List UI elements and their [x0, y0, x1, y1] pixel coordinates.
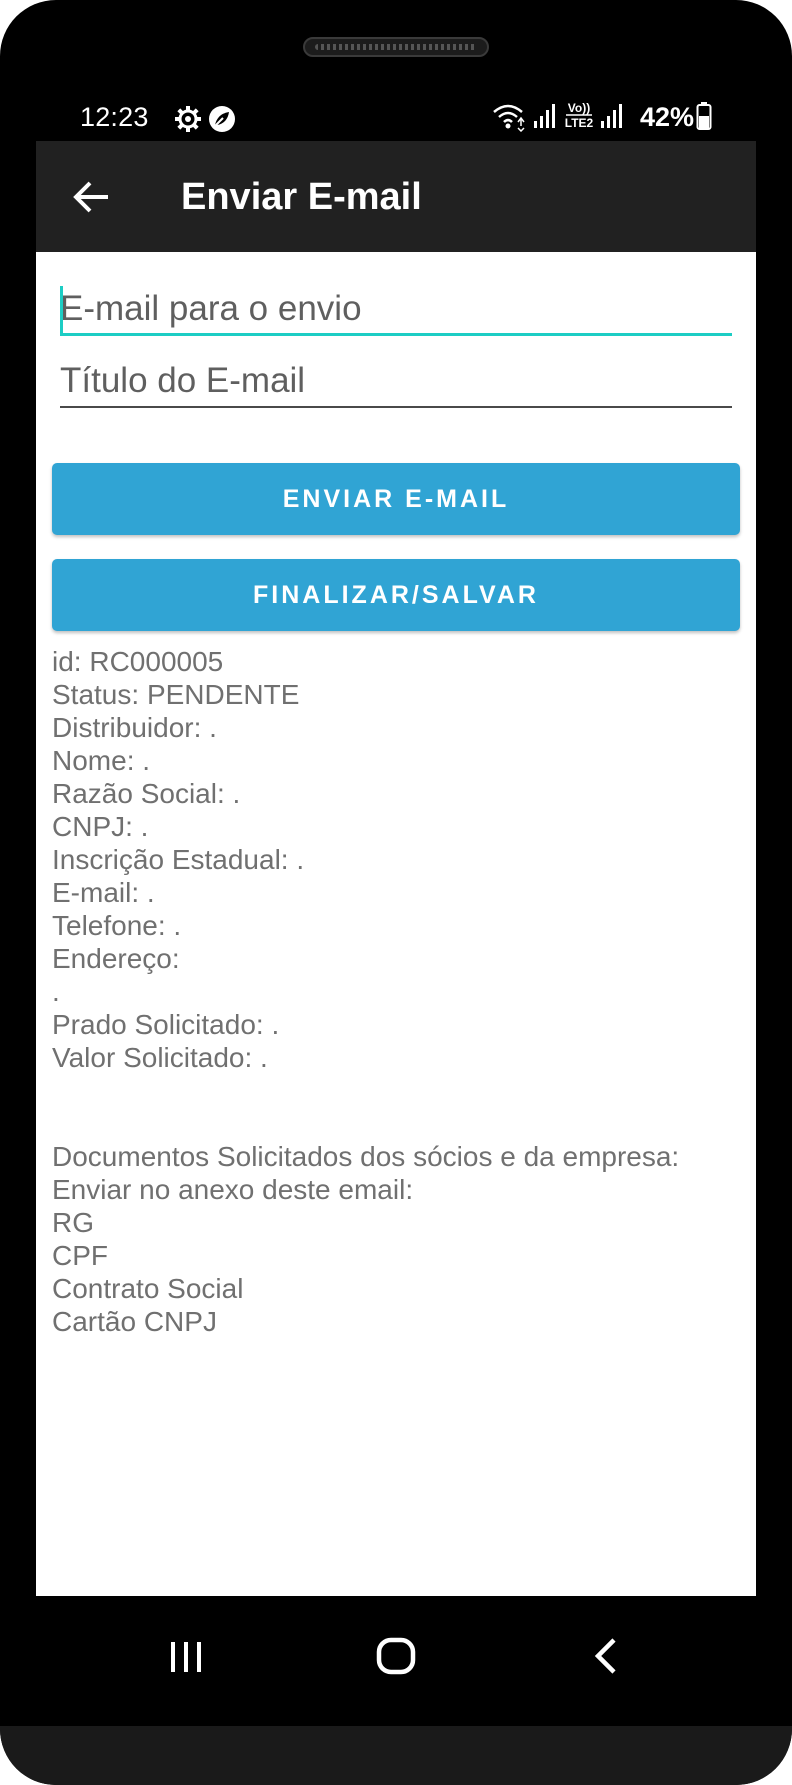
battery-icon [696, 101, 712, 136]
detail-line: Documentos Solicitados dos sócios e da e… [52, 1141, 680, 1172]
detail-line: CPF [52, 1240, 108, 1271]
email-input[interactable] [60, 281, 732, 336]
svg-text:LTE2: LTE2 [565, 116, 594, 130]
home-icon[interactable] [366, 1626, 426, 1686]
recents-icon[interactable] [156, 1626, 216, 1686]
detail-line: Enviar no anexo deste email: [52, 1174, 414, 1205]
phone-frame: 12:23 Vo)) LTE2 42% Enviar E-mail E-mail… [0, 0, 792, 1785]
page-title: Enviar E-mail [181, 176, 422, 218]
subject-underline [60, 406, 732, 408]
svg-text:Vo)): Vo)) [568, 101, 590, 115]
system-nav-bar [36, 1596, 756, 1726]
content-area: ENVIAR E-MAIL FINALIZAR/SALVAR id: RC000… [36, 252, 756, 1596]
detail-line: Telefone: . [52, 910, 182, 941]
battery-percentage: 42% [640, 102, 695, 132]
detail-line: Cartão CNPJ [52, 1306, 217, 1337]
detail-line: Status: PENDENTE [52, 679, 300, 710]
subject-input[interactable] [60, 353, 732, 408]
gear-icon [174, 105, 202, 138]
detail-line: RG [52, 1207, 94, 1238]
finish-save-button[interactable]: FINALIZAR/SALVAR [52, 559, 740, 631]
volte-lte2-icon: Vo)) LTE2 [564, 99, 594, 136]
detail-line: Nome: . [52, 745, 151, 776]
status-time: 12:23 [80, 102, 149, 132]
bottom-bezel [0, 1726, 792, 1785]
detail-line: E-mail: . [52, 877, 155, 908]
signal-icon [533, 103, 557, 134]
leaf-icon [208, 105, 236, 138]
detail-line: id: RC000005 [52, 646, 224, 677]
status-bar: 12:23 Vo)) LTE2 42% [36, 95, 756, 143]
detail-line: Razão Social: . [52, 778, 241, 809]
detail-line: CNPJ: . [52, 811, 149, 842]
detail-line [52, 1074, 742, 1107]
detail-line: Prado Solicitado: . [52, 1009, 280, 1040]
arrow-left-icon[interactable] [72, 179, 112, 215]
chevron-left-icon[interactable] [576, 1626, 636, 1686]
detail-line: Inscrição Estadual: . [52, 844, 305, 875]
signal-icon-2 [600, 103, 624, 134]
earpiece-speaker [303, 37, 489, 57]
detail-line: Endereço: [52, 943, 180, 974]
send-email-button[interactable]: ENVIAR E-MAIL [52, 463, 740, 535]
wifi-icon [492, 102, 526, 137]
detail-line: Valor Solicitado: . [52, 1042, 268, 1073]
request-details: id: RC000005 Status: PENDENTE Distribuid… [52, 645, 742, 1338]
text-cursor [60, 286, 63, 334]
subject-field[interactable] [60, 353, 732, 408]
email-underline [60, 333, 732, 336]
detail-line: . [52, 976, 60, 1007]
detail-line [52, 1107, 742, 1140]
detail-line: Contrato Social [52, 1273, 244, 1304]
email-field[interactable] [60, 281, 732, 336]
detail-line: Distribuidor: . [52, 712, 217, 743]
app-bar: Enviar E-mail [36, 141, 756, 252]
